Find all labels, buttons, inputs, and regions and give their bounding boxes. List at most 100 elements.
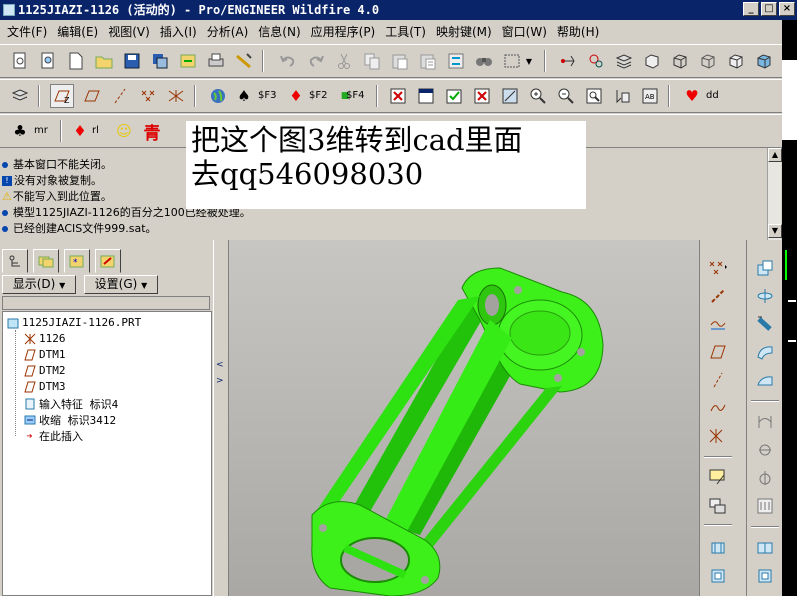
sketcher-icon[interactable] (705, 466, 731, 490)
cosmetic-icon[interactable] (705, 564, 731, 588)
datum-points-icon[interactable] (136, 84, 160, 108)
pattern-icon[interactable] (752, 494, 778, 518)
minimize-button[interactable]: _ (743, 2, 759, 16)
part-model[interactable] (229, 240, 699, 596)
paste-icon[interactable] (388, 49, 412, 73)
window-icon[interactable] (414, 84, 438, 108)
save-copy-icon[interactable] (148, 49, 172, 73)
blend-icon[interactable] (752, 340, 778, 364)
mirror-icon[interactable] (752, 564, 778, 588)
menu-insert[interactable]: 插入(I) (157, 23, 204, 40)
scroll-up-icon[interactable]: ▲ (768, 148, 782, 162)
draft-icon[interactable] (752, 466, 778, 490)
datum-axis-display-icon[interactable] (80, 84, 104, 108)
connections-tab-icon[interactable] (95, 249, 121, 273)
tree-root[interactable]: 1125JIAZI-1126.PRT (6, 316, 141, 329)
mapkey-rl-label[interactable]: rl (92, 125, 99, 136)
collapse-right-icon[interactable]: > (216, 376, 224, 386)
diamond-icon[interactable]: ♦ (284, 84, 308, 108)
menu-info[interactable]: 信息(N) (255, 23, 307, 40)
cut-icon[interactable] (332, 49, 356, 73)
graphics-viewport[interactable] (229, 240, 699, 596)
datum-point-icon[interactable] (705, 256, 731, 280)
message-scrollbar[interactable]: ▲ ▼ (767, 148, 782, 240)
parameters-icon[interactable] (584, 49, 608, 73)
sweep-icon[interactable] (752, 312, 778, 336)
new-icon[interactable] (64, 49, 88, 73)
mapkey-f2-label[interactable]: $F2 (309, 90, 327, 101)
select-box-icon[interactable] (500, 49, 524, 73)
accept-icon[interactable] (442, 84, 466, 108)
menu-applications[interactable]: 应用程序(P) (308, 23, 383, 40)
menu-window[interactable]: 窗口(W) (499, 23, 554, 40)
tree-item-csys[interactable]: 1126 (23, 332, 66, 345)
shading-icon[interactable] (752, 49, 776, 73)
menu-mapkeys[interactable]: 映射键(M) (433, 23, 499, 40)
print-icon[interactable] (204, 49, 228, 73)
show-dropdown[interactable]: 显示(D) ▼ (2, 275, 76, 294)
collapse-left-icon[interactable]: < (216, 360, 224, 370)
copy-icon[interactable] (360, 49, 384, 73)
regenerate-icon[interactable] (444, 49, 468, 73)
zoom-in-icon[interactable] (526, 84, 550, 108)
tree-item-insert-here[interactable]: ➔ 在此插入 (23, 428, 83, 444)
orient-icon[interactable] (640, 49, 664, 73)
tree-item-dtm2[interactable]: DTM2 (23, 364, 66, 377)
model-tree-tab-icon[interactable] (2, 249, 28, 273)
save-icon[interactable] (120, 49, 144, 73)
settings-dropdown[interactable]: 设置(G) ▼ (84, 275, 158, 294)
hole-icon[interactable] (705, 536, 731, 560)
menu-edit[interactable]: 编辑(E) (54, 23, 105, 40)
tree-item-shrink[interactable]: 收缩 标识3412 (23, 412, 116, 428)
wireframe-icon[interactable] (668, 49, 692, 73)
red-diamond-icon[interactable]: ♦ (68, 119, 92, 143)
globe-icon[interactable] (206, 84, 230, 108)
sketch-icon[interactable] (705, 368, 731, 392)
redo-icon[interactable] (304, 49, 328, 73)
tree-item-import-feature[interactable]: 输入特征 标识4 (23, 396, 118, 412)
boundary-icon[interactable] (752, 368, 778, 392)
repaint-icon[interactable] (498, 84, 522, 108)
zoom-out-icon[interactable] (554, 84, 578, 108)
datum-plane-icon[interactable] (705, 340, 731, 364)
open-folder-icon[interactable] (92, 49, 116, 73)
scroll-down-icon[interactable]: ▼ (768, 224, 782, 238)
find-icon[interactable] (472, 49, 496, 73)
backup-icon[interactable] (176, 49, 200, 73)
chinese-glyph-button[interactable]: 青 (140, 119, 164, 144)
coordinate-icon[interactable] (705, 424, 731, 448)
heart-icon[interactable]: ♥ (680, 84, 704, 108)
curve-icon[interactable] (705, 396, 731, 420)
paste-special-icon[interactable] (416, 49, 440, 73)
favorites-tab-icon[interactable]: * (64, 249, 90, 273)
no-hidden-icon[interactable] (724, 49, 748, 73)
smiley-icon[interactable]: ☺ (112, 119, 136, 143)
cancel-icon[interactable] (470, 84, 494, 108)
menu-view[interactable]: 视图(V) (105, 23, 157, 40)
extrude-icon[interactable] (752, 256, 778, 280)
refit-icon[interactable] (582, 84, 606, 108)
layers-icon[interactable] (612, 49, 636, 73)
datum-axis-icon[interactable] (705, 284, 731, 308)
relations-icon[interactable] (556, 49, 580, 73)
merge-icon[interactable] (752, 536, 778, 560)
datum-plane-display-icon[interactable]: Z (50, 84, 74, 108)
datum-curve-icon[interactable] (705, 312, 731, 336)
datum-csys-icon[interactable] (164, 84, 188, 108)
menu-tools[interactable]: 工具(T) (382, 23, 433, 40)
tree-item-dtm1[interactable]: DTM1 (23, 348, 66, 361)
club-icon[interactable]: ♣ (8, 119, 32, 143)
tree-item-dtm3[interactable]: DTM3 (23, 380, 66, 393)
maximize-button[interactable]: □ (761, 2, 777, 16)
spade-icon[interactable]: ♠ (232, 84, 256, 108)
mapkey-mr-label[interactable]: mr (34, 125, 48, 136)
datum-point-display-icon[interactable] (108, 84, 132, 108)
shell-icon[interactable] (752, 410, 778, 434)
folder-browser-tab-icon[interactable] (33, 249, 59, 273)
reorient-icon[interactable] (610, 84, 634, 108)
panel-splitter[interactable]: < > (213, 240, 229, 596)
palette-icon[interactable] (705, 494, 731, 518)
rib-icon[interactable] (752, 438, 778, 462)
close-button[interactable]: × (779, 2, 795, 16)
select-dropdown-icon[interactable]: ▼ (522, 49, 536, 73)
